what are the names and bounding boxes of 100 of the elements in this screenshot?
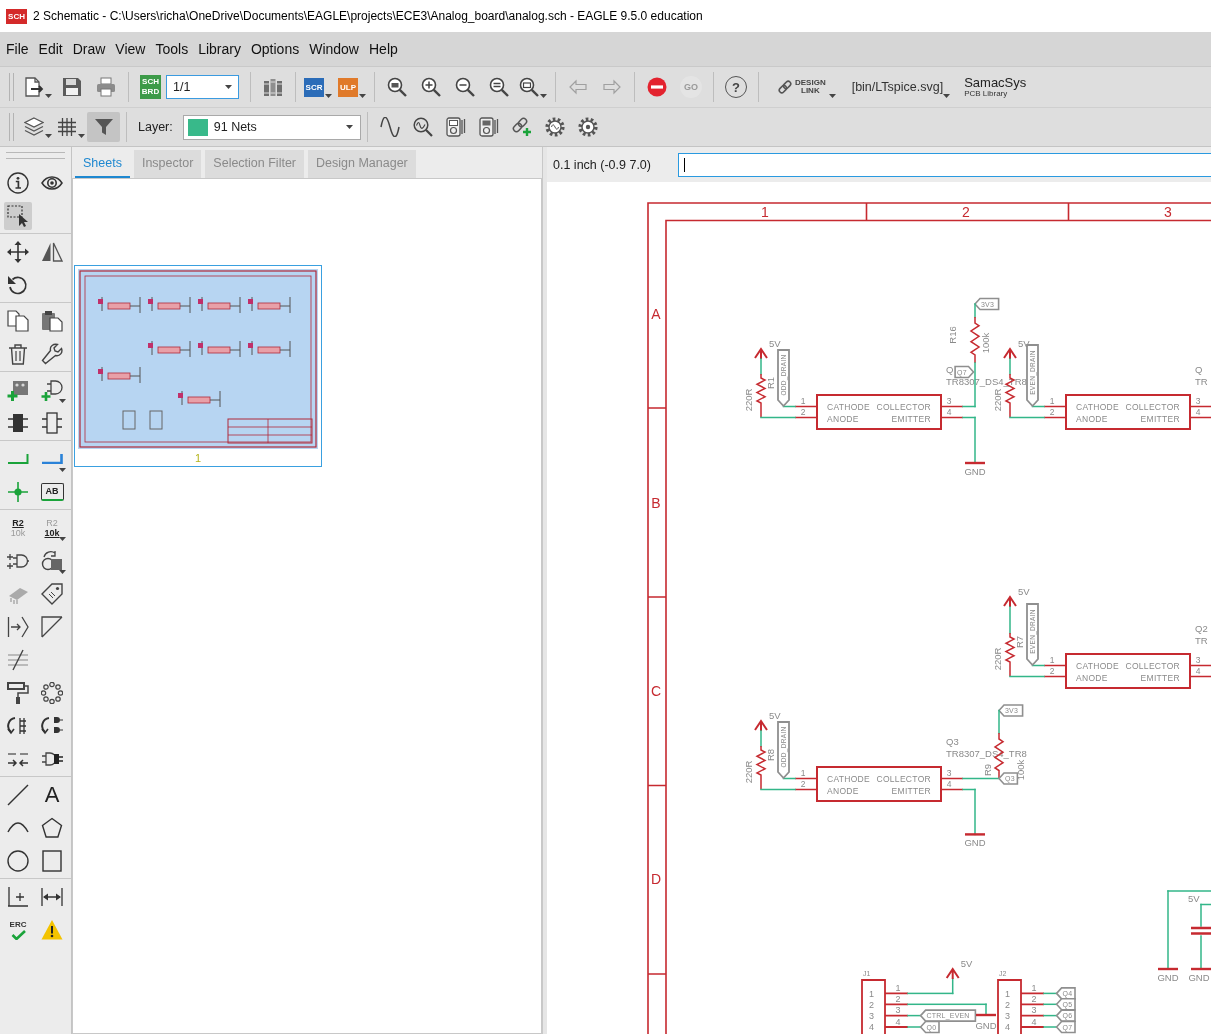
- wire: [1009, 606, 1011, 634]
- command-field[interactable]: [678, 152, 1211, 177]
- design-link-button[interactable]: DESIGN LINK: [778, 71, 836, 103]
- wire: [1043, 1026, 1058, 1028]
- menu-item[interactable]: File: [1, 41, 34, 57]
- library-service-button[interactable]: SamacSys PCB Library: [964, 71, 1027, 103]
- supply-symbol: [945, 967, 960, 980]
- wire: [974, 303, 976, 318]
- paste-icon: [41, 309, 63, 332]
- supply-label: 5V: [1188, 892, 1200, 904]
- filter-button[interactable]: [87, 112, 120, 142]
- net-flag: [777, 349, 790, 408]
- rotate-arrow-icon: [7, 273, 29, 296]
- app-badge: SCH: [6, 8, 27, 24]
- net-line-icon: [7, 453, 29, 464]
- pin-label: CATHODE: [827, 774, 871, 784]
- board-switch-button[interactable]: SCH BRD: [140, 75, 161, 99]
- pin-number: 1: [1049, 396, 1055, 406]
- wire: [1009, 675, 1045, 678]
- select-tool[interactable]: [4, 201, 32, 230]
- script-button[interactable]: SCR: [301, 71, 335, 103]
- sheet-number: 1: [194, 451, 202, 466]
- frame-row-label: D: [650, 871, 662, 887]
- menu-item[interactable]: Library: [193, 41, 246, 57]
- pin-label: EMITTER: [1140, 414, 1180, 424]
- mirror-triangles-icon: [41, 240, 63, 263]
- frame-column-label: 2: [962, 204, 970, 220]
- caret-icon: [345, 125, 353, 129]
- menu-item[interactable]: Options: [245, 41, 305, 57]
- junction-dot-icon: [7, 480, 29, 503]
- resistor-value: 220R: [743, 388, 755, 412]
- script-menu-button[interactable]: [bin/LTspice.svg]: [851, 71, 951, 103]
- pin-number: 4: [895, 1016, 901, 1027]
- marquee-cursor-icon: [7, 204, 29, 227]
- pin-number: 4: [1005, 1022, 1010, 1033]
- zoom-equal-icon: [489, 77, 509, 97]
- arrow-bracket-icon: [7, 615, 29, 638]
- resistor-name: R16: [947, 326, 959, 344]
- pin-number: 3: [1195, 655, 1201, 665]
- frame-row-label: A: [651, 306, 661, 322]
- connector-symbol: [861, 979, 909, 1034]
- pin-number: 4: [946, 779, 952, 789]
- circle-square-icon: [41, 549, 63, 572]
- window-title: 2 Schematic - C:\Users\richa\OneDrive\Documents\EAGLE\projects\ECE3\Analog_board\analog.sch - EAGLE 9.5.0 education: [33, 9, 703, 23]
- menu-item[interactable]: Edit: [33, 41, 68, 57]
- undo-icon: [568, 77, 588, 97]
- ground-label: GND: [964, 836, 986, 848]
- menu-item[interactable]: Help: [364, 41, 403, 57]
- coordinate-readout: 0.1 inch (-0.9 7.0): [553, 157, 652, 172]
- pin-label: ANODE: [1076, 673, 1108, 683]
- net-flag: [1055, 1009, 1076, 1022]
- pin-label: COLLECTOR: [1125, 402, 1180, 412]
- resistor-symbol: [755, 745, 767, 791]
- value-tool[interactable]: R2 10k: [38, 513, 66, 542]
- text-tool[interactable]: A: [38, 780, 66, 809]
- toolbar-grip[interactable]: [6, 152, 65, 159]
- menu-item[interactable]: Tools: [150, 41, 194, 57]
- pin-number: 2: [1049, 666, 1055, 676]
- pin-number: 4: [1195, 407, 1201, 417]
- supply-symbol: [1003, 347, 1017, 360]
- pin-label: EMITTER: [891, 414, 931, 424]
- menu-item[interactable]: View: [110, 41, 151, 57]
- pin-label: COLLECTOR: [876, 774, 931, 784]
- menu-item[interactable]: Draw: [67, 41, 111, 57]
- resistor-name: R9: [982, 763, 994, 777]
- layer-select[interactable]: 91 Nets: [182, 114, 361, 140]
- supply-label: 5V: [960, 957, 973, 969]
- resistor-value: 220R: [743, 760, 755, 784]
- multimeter-icon: [479, 117, 500, 137]
- supply-label: 5V: [769, 709, 781, 721]
- chip-outline-icon: [41, 411, 63, 434]
- swap-pins-icon: [7, 714, 29, 737]
- pin-number: 2: [800, 779, 806, 789]
- resistor-symbol: [1004, 632, 1016, 678]
- name-tool[interactable]: R2 10k: [4, 513, 32, 542]
- part-value: TR: [1195, 376, 1208, 387]
- erc-tool[interactable]: ERC: [4, 915, 32, 944]
- sheet-select[interactable]: 1/1: [166, 75, 239, 99]
- wire: [760, 416, 796, 419]
- part-name: Q: [946, 364, 954, 375]
- tag-icon: [41, 582, 63, 605]
- pin-number: 3: [869, 1010, 874, 1021]
- label-tool[interactable]: AB: [40, 482, 64, 501]
- color-swatch-icon: [187, 118, 208, 136]
- toolbar-grip[interactable]: [9, 73, 14, 101]
- pin-number: 2: [1005, 999, 1010, 1010]
- layer-label: Layer:: [138, 120, 173, 134]
- ground-label: GND: [964, 465, 986, 477]
- pin-label: CATHODE: [1076, 661, 1120, 671]
- toolbar-grip[interactable]: [9, 113, 14, 141]
- menu-item[interactable]: Window: [304, 41, 364, 57]
- axis-plus-icon: [7, 885, 29, 908]
- line-icon: [7, 783, 29, 806]
- net-flag: [1026, 603, 1039, 667]
- ground-symbol: [1158, 967, 1178, 971]
- capacitor-symbol: [1189, 926, 1211, 935]
- frame-column-label: 1: [761, 204, 769, 220]
- pin-number: 3: [946, 768, 952, 778]
- pentagon-icon: [41, 816, 63, 839]
- slashed-lines-icon: [7, 648, 29, 671]
